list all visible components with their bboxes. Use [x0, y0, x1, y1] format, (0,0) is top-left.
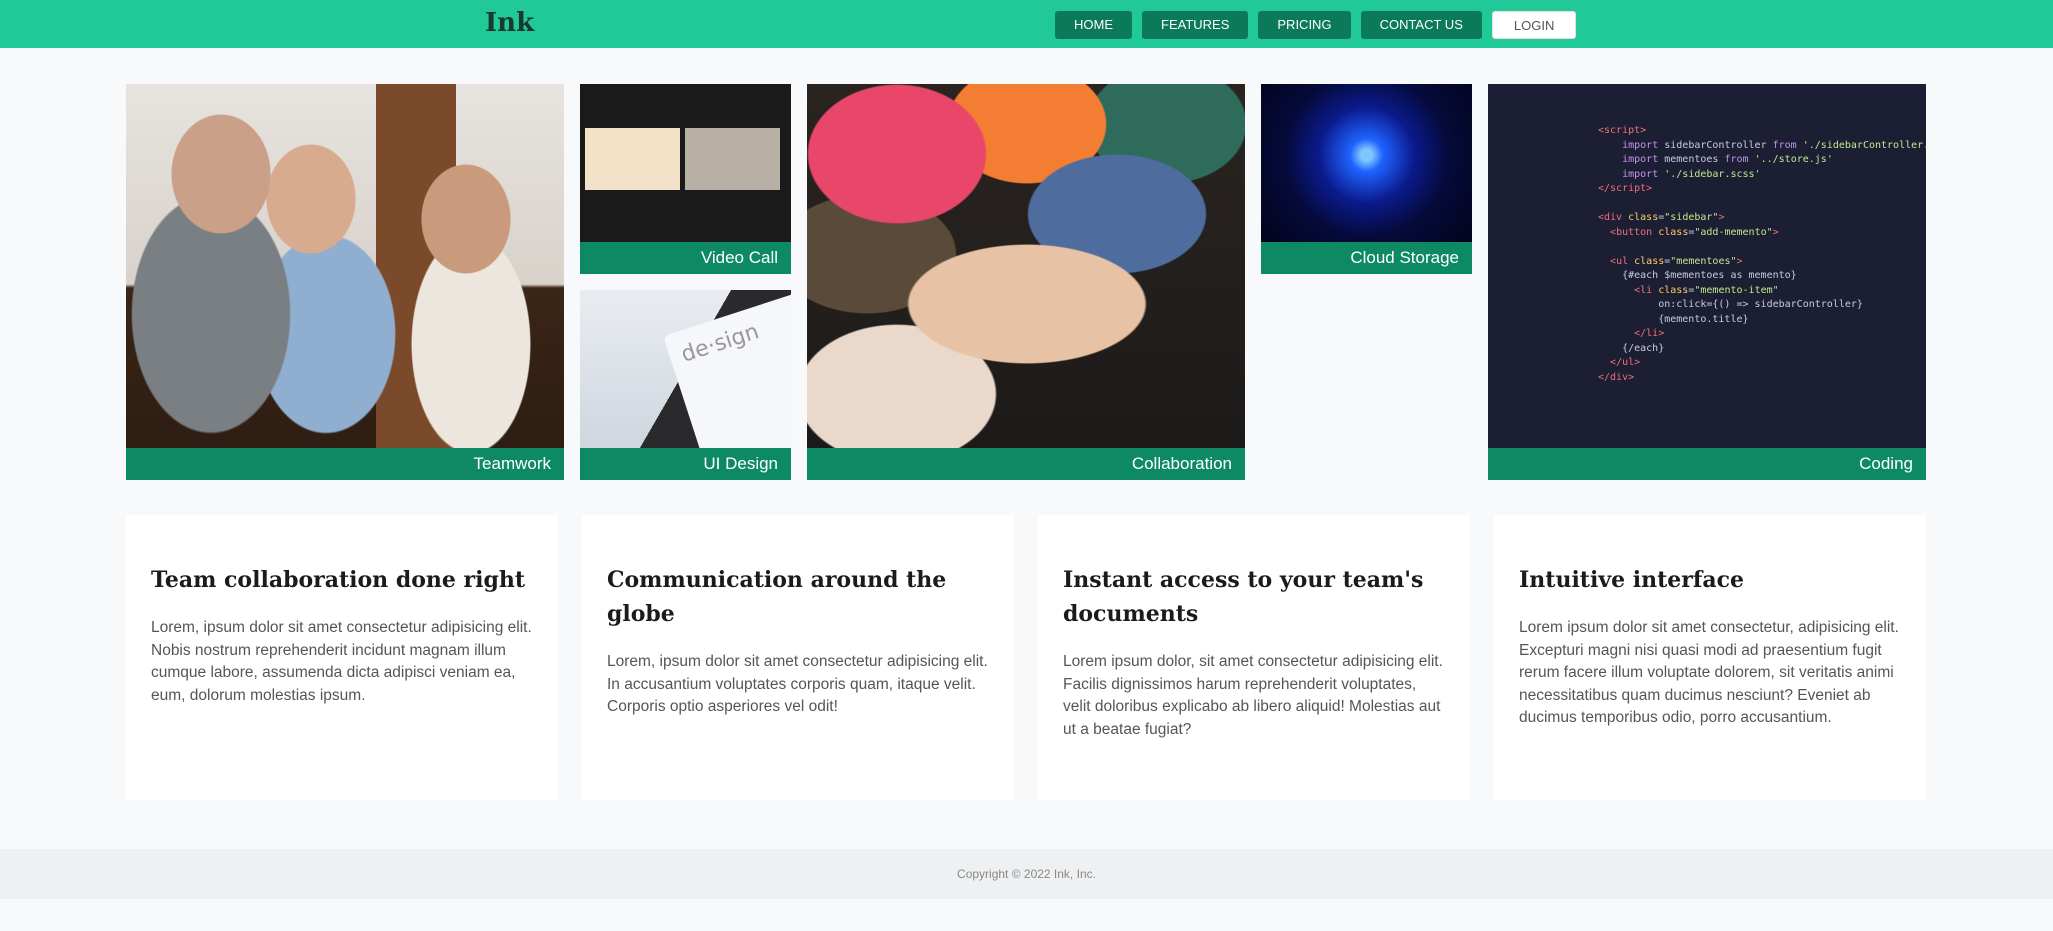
gallery-caption: UI Design — [580, 448, 791, 480]
navbar: Ink HOME FEATURES PRICING CONTACT US LOG… — [0, 0, 2053, 48]
gallery-tile-video-call[interactable]: Video Call — [580, 84, 791, 274]
feature-card-collaboration: Team collaboration done right Lorem, ips… — [126, 515, 558, 800]
nav-links: HOME FEATURES PRICING CONTACT US LOGIN — [1055, 11, 1586, 39]
video-call-image — [580, 84, 791, 242]
feature-title: Intuitive interface — [1519, 567, 1744, 593]
gallery-tile-cloud-storage[interactable]: Cloud Storage — [1261, 84, 1472, 274]
nav-pricing-button[interactable]: PRICING — [1258, 11, 1351, 39]
gallery-caption: Cloud Storage — [1261, 242, 1472, 274]
nav-features-button[interactable]: FEATURES — [1142, 11, 1249, 39]
feature-text: Lorem ipsum dolor, sit amet consectetur … — [1063, 653, 1443, 738]
teamwork-image — [126, 84, 564, 448]
feature-text: Lorem ipsum dolor sit amet consectetur, … — [1519, 619, 1899, 726]
login-button[interactable]: LOGIN — [1491, 11, 1577, 39]
coding-image: <script> import sidebarController from '… — [1488, 84, 1926, 448]
feature-title: Instant access to your team's documents — [1063, 567, 1424, 627]
feature-card-documents: Instant access to your team's documents … — [1038, 515, 1470, 800]
feature-text: Lorem, ipsum dolor sit amet consectetur … — [607, 653, 988, 715]
nav-contact-button[interactable]: CONTACT US — [1360, 11, 1482, 39]
cloud-storage-image — [1261, 84, 1472, 242]
gallery-tile-teamwork[interactable]: Teamwork — [126, 84, 564, 480]
gallery-tile-ui-design[interactable]: de·sign UI Design — [580, 290, 791, 480]
feature-title: Team collaboration done right — [151, 567, 526, 593]
brand-logo[interactable]: Ink — [485, 8, 534, 38]
ui-design-image: de·sign — [580, 290, 791, 480]
gallery-tile-coding[interactable]: <script> import sidebarController from '… — [1488, 84, 1926, 480]
gallery-caption: Collaboration — [807, 448, 1245, 480]
feature-text: Lorem, ipsum dolor sit amet consectetur … — [151, 619, 532, 704]
gallery-caption: Teamwork — [126, 448, 564, 480]
collaboration-image — [807, 84, 1245, 448]
gallery-caption: Coding — [1488, 448, 1926, 480]
gallery-tile-collaboration[interactable]: Collaboration — [807, 84, 1245, 480]
feature-title: Communication around the globe — [607, 567, 947, 627]
nav-home-button[interactable]: HOME — [1055, 11, 1132, 39]
code-snippet-graphic: <script> import sidebarController from '… — [1598, 125, 1926, 383]
footer: Copyright © 2022 Ink, Inc. — [0, 849, 2053, 899]
feature-card-interface: Intuitive interface Lorem ipsum dolor si… — [1494, 515, 1926, 800]
copyright-text: Copyright © 2022 Ink, Inc. — [957, 867, 1096, 881]
gallery-caption: Video Call — [580, 242, 791, 274]
feature-card-communication: Communication around the globe Lorem, ip… — [582, 515, 1014, 800]
